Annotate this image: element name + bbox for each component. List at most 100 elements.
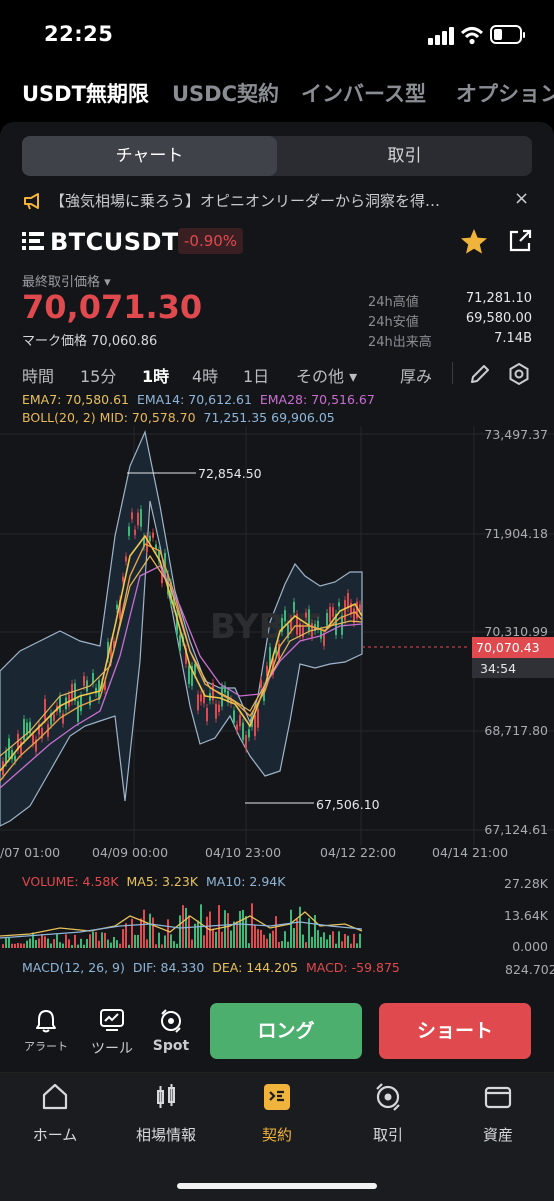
- volume-bar: [311, 936, 313, 948]
- candle-body: [308, 609, 310, 631]
- candle-body: [197, 694, 199, 711]
- candle-body: [293, 601, 295, 613]
- tool-label[interactable]: ツール: [84, 1038, 140, 1058]
- tab-chart[interactable]: チャート: [22, 136, 277, 176]
- macd-legend: MACD(12, 26, 9) DIF: 84.330 DEA: 144.205…: [22, 960, 400, 975]
- volume-bar: [32, 932, 34, 948]
- candle-body: [122, 576, 124, 582]
- tab-inverse[interactable]: インバース型: [301, 78, 426, 108]
- tab-options[interactable]: オプション: [456, 78, 554, 108]
- candle-body: [134, 529, 136, 536]
- volume-bar: [347, 935, 349, 948]
- time-tick: 04/14 21:00: [432, 845, 509, 860]
- volume-bar: [203, 935, 205, 948]
- wifi-icon: [460, 27, 484, 45]
- volume-bar: [191, 939, 193, 948]
- status-bar: 22:25: [0, 0, 554, 70]
- nav-home[interactable]: ホーム: [15, 1082, 95, 1145]
- boll-lower-value: 69,906.05: [271, 410, 335, 425]
- volume-bar: [257, 929, 259, 948]
- volume-bar: [71, 944, 73, 948]
- candle-body: [179, 635, 181, 651]
- candle-body: [59, 696, 61, 713]
- candle-body: [14, 755, 16, 761]
- volume-bar: [11, 943, 13, 948]
- price-chart[interactable]: BYBIT 72,854.50 67,506.10 73,497.37 71,9…: [0, 426, 554, 846]
- nav-market[interactable]: 相場情報: [126, 1082, 206, 1145]
- candle-body: [83, 676, 85, 686]
- volume-bar: [41, 934, 43, 948]
- candle-body: [350, 602, 352, 614]
- volume-bar: [359, 933, 361, 948]
- volume-bar: [35, 939, 37, 948]
- nav-contract[interactable]: 契約: [237, 1082, 317, 1145]
- candle-body: [329, 606, 331, 623]
- ema28-value: EMA28: 70,516.67: [259, 392, 375, 407]
- pencil-icon[interactable]: [468, 362, 492, 386]
- last-price: 70,071.30: [22, 288, 203, 326]
- volume-bar: [218, 905, 220, 948]
- candle-body: [89, 696, 91, 706]
- alert-label[interactable]: アラート: [18, 1038, 74, 1054]
- nav-assets[interactable]: 資産: [458, 1082, 538, 1145]
- tf-1d[interactable]: 1日: [243, 363, 269, 387]
- spot-label[interactable]: Spot: [143, 1038, 199, 1054]
- bell-icon[interactable]: [34, 1008, 58, 1034]
- volume-bar: [251, 903, 253, 948]
- candle-body: [326, 612, 328, 626]
- menu-icon[interactable]: [22, 231, 44, 251]
- share-icon[interactable]: [507, 228, 533, 254]
- volume-bar: [227, 913, 229, 948]
- tf-more[interactable]: その他 ▾: [296, 363, 357, 387]
- volume-bar: [116, 940, 118, 948]
- candle-body: [242, 722, 244, 740]
- candle-body: [254, 715, 256, 737]
- change-badge: -0.90%: [178, 228, 244, 254]
- tab-usdt-perpetual[interactable]: USDT無期限: [22, 78, 149, 108]
- tf-1h[interactable]: 1時: [142, 363, 169, 387]
- star-icon[interactable]: [460, 228, 488, 255]
- nav-trade[interactable]: 取引: [348, 1082, 428, 1145]
- home-indicator: [177, 1183, 377, 1189]
- candle-body: [215, 703, 217, 719]
- volume-bar: [83, 944, 85, 948]
- symbol-name[interactable]: BTCUSDT: [50, 228, 179, 256]
- short-button[interactable]: ショート: [379, 1003, 531, 1059]
- volume-tick: 13.64K: [504, 908, 549, 923]
- volume-bar: [167, 919, 169, 948]
- announcement-text[interactable]: 【強気相場に乗ろう】オピニオンリーダーから洞察を得…: [50, 190, 502, 212]
- tab-trade[interactable]: 取引: [277, 136, 532, 176]
- volume-bar: [74, 934, 76, 948]
- candle-body: [140, 509, 142, 527]
- tf-time[interactable]: 時間: [22, 363, 54, 387]
- volume-bar: [107, 939, 109, 948]
- volume-bar: [302, 934, 304, 948]
- volume-bar: [290, 909, 292, 948]
- volume-bar: [299, 906, 301, 948]
- volume-bar: [248, 943, 250, 948]
- time-tick: 04/10 23:00: [205, 845, 282, 860]
- candle-body: [218, 704, 220, 712]
- volume-bar: [98, 940, 100, 948]
- tab-usdc-contract[interactable]: USDC契約: [172, 78, 279, 108]
- long-button[interactable]: ロング: [210, 1003, 362, 1059]
- volume-bar: [173, 941, 175, 948]
- tf-4h[interactable]: 4時: [192, 363, 218, 387]
- signal-icon: [428, 27, 454, 45]
- candle-body: [125, 556, 127, 562]
- volume-bar: [149, 913, 151, 948]
- chart-tool-icon[interactable]: [99, 1008, 125, 1032]
- macd-value: MACD: -59.875: [305, 960, 400, 975]
- settings-icon[interactable]: [507, 362, 531, 386]
- volume-bar: [128, 944, 130, 948]
- volume-bar: [350, 943, 352, 948]
- volume-bar: [20, 943, 22, 948]
- volume-bar: [212, 928, 214, 948]
- close-banner-icon[interactable]: ×: [514, 188, 529, 209]
- depth-toggle[interactable]: 厚み: [400, 363, 432, 387]
- candle-body: [239, 715, 241, 727]
- spot-icon[interactable]: [158, 1008, 184, 1034]
- candle-body: [200, 694, 202, 702]
- tf-15m[interactable]: 15分: [80, 363, 116, 387]
- candle-body: [128, 526, 130, 536]
